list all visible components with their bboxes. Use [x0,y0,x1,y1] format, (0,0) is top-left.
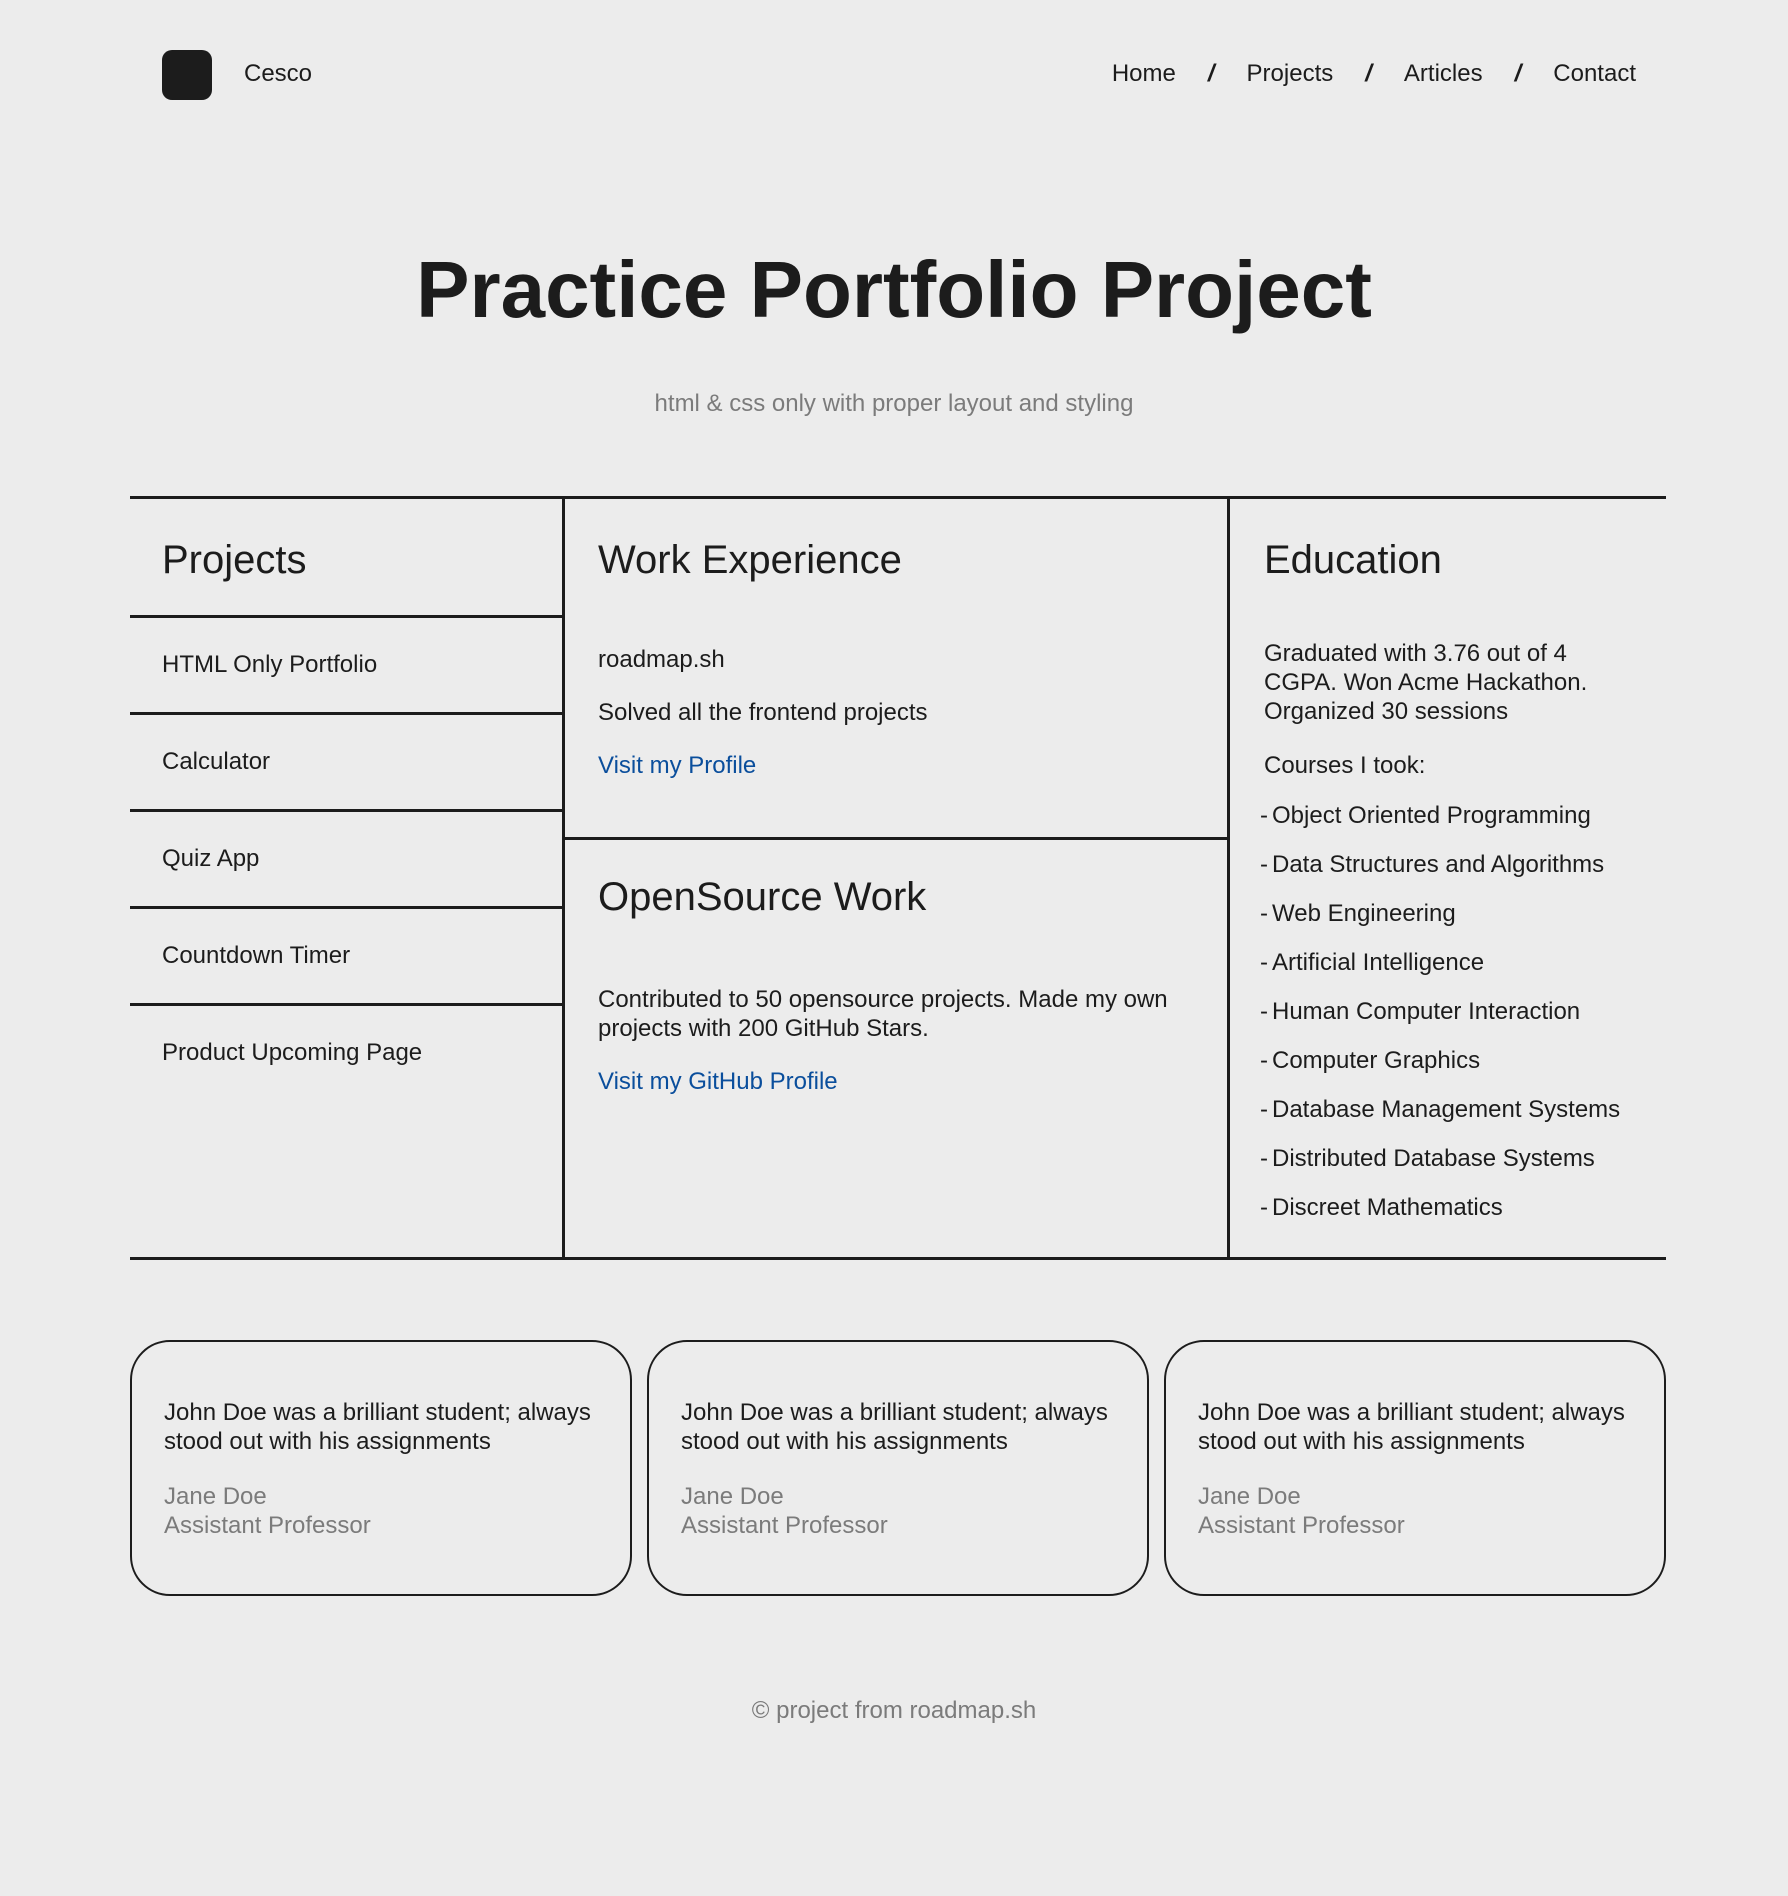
nav-separator: / [1365,60,1372,87]
course-item: - Human Computer Interaction [1260,997,1620,1046]
project-item[interactable]: Quiz App [130,809,562,906]
testimonial-author: Jane Doe [1198,1483,1301,1510]
course-list: - Object Oriented Programming - Data Struc… [1260,801,1620,1242]
bullet-dash: - [1260,900,1268,927]
work-description: Solved all the frontend projects [598,699,928,726]
bullet-dash: - [1260,1096,1268,1123]
testimonial-card: John Doe was a brilliant student; always… [1164,1340,1666,1596]
work-experience-title: Work Experience [598,538,902,582]
course-item: - Discreet Mathematics [1260,1193,1620,1242]
course-item: - Web Engineering [1260,899,1620,948]
bullet-dash: - [1260,1047,1268,1074]
testimonials: John Doe was a brilliant student; always… [130,1340,1666,1596]
brand-name[interactable]: Cesco [244,60,312,88]
testimonial-author: Jane Doe [681,1483,784,1510]
site-header: Cesco Home / Projects / Articles / Conta… [162,48,1636,100]
testimonial-quote: John Doe was a brilliant student; always… [164,1399,591,1455]
project-item[interactable]: Calculator [130,712,562,809]
hero-subtitle: html & css only with proper layout and s… [654,390,1134,417]
main-nav: Home / Projects / Articles / Contact [1112,60,1636,88]
nav-contact-link[interactable]: Contact [1553,60,1636,88]
work-experience-section: Work Experience roadmap.sh Solved all th… [565,499,1227,840]
projects-section: Projects HTML Only Portfolio Calculator … [130,499,565,1257]
course-name: Computer Graphics [1272,1047,1481,1074]
course-name: Object Oriented Programming [1272,802,1591,829]
bullet-dash: - [1260,851,1268,878]
course-item: - Distributed Database Systems [1260,1144,1620,1193]
opensource-description: Contributed to 50 opensource projects. M… [598,986,1168,1042]
projects-list: HTML Only Portfolio Calculator Quiz App … [130,615,562,1100]
projects-title: Projects [162,538,307,582]
education-section: Education Graduated with 3.76 out of 4 C… [1230,499,1666,1257]
logo-icon[interactable] [162,50,212,100]
course-name: Database Management Systems [1272,1096,1621,1123]
opensource-section: OpenSource Work Contributed to 50 openso… [565,840,1227,1257]
course-name: Human Computer Interaction [1272,998,1581,1025]
course-name: Data Structures and Algorithms [1272,851,1605,878]
experience-column: Work Experience roadmap.sh Solved all th… [565,499,1230,1257]
footer-text: © project from roadmap.sh [751,1697,1037,1724]
project-item[interactable]: HTML Only Portfolio [130,615,562,712]
nav-projects-link[interactable]: Projects [1247,60,1334,88]
bullet-dash: - [1260,949,1268,976]
nav-articles-link[interactable]: Articles [1404,60,1483,88]
testimonial-role: Assistant Professor [1198,1512,1405,1539]
nav-home-link[interactable]: Home [1112,60,1176,88]
education-description: Graduated with 3.76 out of 4 CGPA. Won A… [1264,640,1588,725]
opensource-title: OpenSource Work [598,875,927,919]
hero-title: Practice Portfolio Project [416,245,1372,334]
courses-label: Courses I took: [1264,752,1426,779]
testimonial-role: Assistant Professor [164,1512,371,1539]
course-item: - Object Oriented Programming [1260,801,1620,850]
work-company: roadmap.sh [598,646,725,673]
course-item: - Artificial Intelligence [1260,948,1620,997]
project-item[interactable]: Product Upcoming Page [130,1003,562,1100]
course-item: - Computer Graphics [1260,1046,1620,1095]
nav-separator: / [1207,60,1215,87]
nav-separator: / [1514,60,1522,87]
bullet-dash: - [1260,802,1268,829]
bullet-dash: - [1260,998,1268,1025]
testimonial-card: John Doe was a brilliant student; always… [130,1340,632,1596]
testimonial-quote: John Doe was a brilliant student; always… [681,1399,1108,1455]
education-title: Education [1264,538,1442,582]
visit-profile-link[interactable]: Visit my Profile [598,751,756,780]
bullet-dash: - [1260,1145,1268,1172]
info-grid: Projects HTML Only Portfolio Calculator … [130,496,1666,1260]
project-item[interactable]: Countdown Timer [130,906,562,1003]
bullet-dash: - [1260,1194,1268,1221]
testimonial-role: Assistant Professor [681,1512,888,1539]
testimonial-card: John Doe was a brilliant student; always… [647,1340,1149,1596]
course-name: Distributed Database Systems [1272,1145,1595,1172]
course-name: Web Engineering [1272,900,1456,927]
course-name: Artificial Intelligence [1272,949,1485,976]
visit-github-link[interactable]: Visit my GitHub Profile [598,1067,838,1096]
testimonial-quote: John Doe was a brilliant student; always… [1198,1399,1625,1455]
course-item: - Database Management Systems [1260,1095,1620,1144]
course-item: - Data Structures and Algorithms [1260,850,1620,899]
testimonial-author: Jane Doe [164,1483,267,1510]
course-name: Discreet Mathematics [1272,1194,1503,1221]
